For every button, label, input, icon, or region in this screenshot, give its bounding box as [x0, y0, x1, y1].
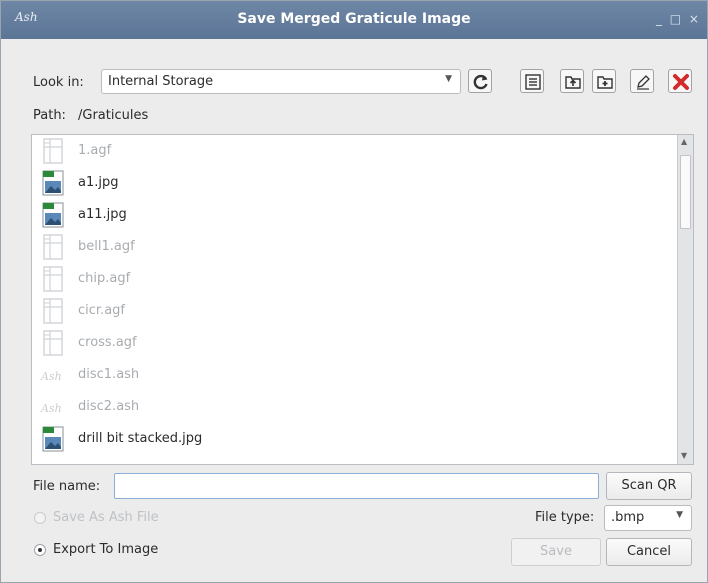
file-type-icon — [40, 233, 66, 261]
rename-icon — [637, 75, 650, 90]
path-value: /Graticules — [78, 108, 149, 123]
refresh-button[interactable] — [468, 69, 492, 93]
file-name: disc2.ash — [78, 399, 140, 414]
file-name: disc1.ash — [78, 367, 140, 382]
file-type-icon: Ash — [40, 361, 66, 389]
refresh-icon — [473, 74, 488, 90]
delete-button[interactable] — [668, 69, 692, 93]
jpg-file-icon — [42, 202, 64, 228]
file-type-icon — [40, 265, 66, 293]
file-type-icon — [40, 201, 66, 229]
look-in-value: Internal Storage — [108, 74, 214, 89]
ash-file-icon: Ash — [40, 370, 62, 383]
file-list-item[interactable]: a11.jpg — [32, 199, 677, 231]
file-list-item[interactable]: Ash disc1.ash — [32, 359, 677, 391]
file-type-select[interactable]: .bmp ▼ — [604, 505, 692, 531]
file-list-item[interactable]: a1.jpg — [32, 167, 677, 199]
rename-button[interactable] — [630, 69, 654, 93]
file-list-item[interactable]: bell1.agf — [32, 231, 677, 263]
file-name: cicr.agf — [78, 303, 125, 318]
look-in-select[interactable]: Internal Storage ▼ — [101, 69, 461, 94]
scan-qr-button[interactable]: Scan QR — [606, 472, 692, 500]
new-folder-icon — [597, 76, 613, 89]
save-as-ash-radio[interactable] — [34, 512, 46, 524]
file-list-item[interactable]: cross.agf — [32, 327, 677, 359]
graticule-file-icon — [43, 234, 63, 260]
file-name-label: File name: — [33, 479, 101, 494]
file-name: a1.jpg — [78, 175, 119, 190]
scroll-down-icon[interactable]: ▼ — [681, 451, 687, 460]
file-type-icon: Ash — [40, 393, 66, 421]
file-list[interactable]: 1.agf a1.jpg a11.jpg bell1.agf chip.agf cicr.… — [31, 134, 694, 465]
file-list-item[interactable]: cicr.agf — [32, 295, 677, 327]
ash-file-icon: Ash — [40, 402, 62, 415]
file-name: a11.jpg — [78, 207, 127, 222]
scrollbar-thumb[interactable] — [680, 155, 691, 229]
chevron-down-icon: ▼ — [445, 74, 452, 84]
new-folder-button[interactable] — [592, 69, 616, 93]
list-view-button[interactable] — [520, 69, 544, 93]
file-list-item[interactable]: drill bit stacked.jpg — [32, 423, 677, 455]
graticule-file-icon — [43, 330, 63, 356]
export-to-image-label: Export To Image — [53, 542, 159, 557]
file-list-item[interactable]: 1.agf — [32, 135, 677, 167]
save-button[interactable]: Save — [511, 538, 601, 566]
scroll-up-icon[interactable]: ▲ — [681, 137, 687, 146]
file-type-value: .bmp — [611, 510, 645, 525]
graticule-file-icon — [43, 298, 63, 324]
cancel-button[interactable]: Cancel — [606, 538, 692, 566]
file-type-icon — [40, 297, 66, 325]
file-list-item[interactable]: Ash disc2.ash — [32, 391, 677, 423]
export-to-image-radio[interactable] — [34, 544, 46, 556]
vertical-scrollbar[interactable]: ▲ ▼ — [677, 135, 693, 464]
file-type-icon — [40, 137, 66, 165]
svg-text:Ash: Ash — [40, 402, 62, 415]
file-type-icon — [40, 169, 66, 197]
file-list-item[interactable]: chip.agf — [32, 263, 677, 295]
file-type-icon — [40, 329, 66, 357]
save-dialog: Ash Save Merged Graticule Image _ □ × Lo… — [0, 0, 708, 583]
title-bar[interactable]: Ash Save Merged Graticule Image _ □ × — [1, 1, 707, 39]
graticule-file-icon — [43, 266, 63, 292]
dialog-title: Save Merged Graticule Image — [237, 11, 471, 27]
jpg-file-icon — [42, 170, 64, 196]
list-view-icon — [525, 74, 541, 90]
graticule-file-icon — [43, 138, 63, 164]
path-label: Path: — [33, 108, 66, 123]
file-type-label: File type: — [535, 510, 595, 525]
file-name: drill bit stacked.jpg — [78, 431, 203, 446]
chevron-down-icon: ▼ — [676, 510, 683, 520]
parent-folder-button[interactable] — [560, 69, 584, 93]
svg-text:Ash: Ash — [40, 370, 62, 383]
file-name-input[interactable] — [114, 473, 599, 499]
file-name: cross.agf — [78, 335, 137, 350]
parent-folder-icon — [565, 76, 581, 89]
file-name: chip.agf — [78, 271, 131, 286]
look-in-label: Look in: — [33, 75, 84, 90]
file-name: 1.agf — [78, 143, 112, 158]
file-type-icon — [40, 425, 66, 453]
window-controls[interactable]: _ □ × — [656, 12, 701, 26]
delete-icon — [673, 74, 689, 90]
jpg-file-icon — [42, 426, 64, 452]
file-name: bell1.agf — [78, 239, 135, 254]
save-as-ash-label: Save As Ash File — [53, 510, 159, 525]
